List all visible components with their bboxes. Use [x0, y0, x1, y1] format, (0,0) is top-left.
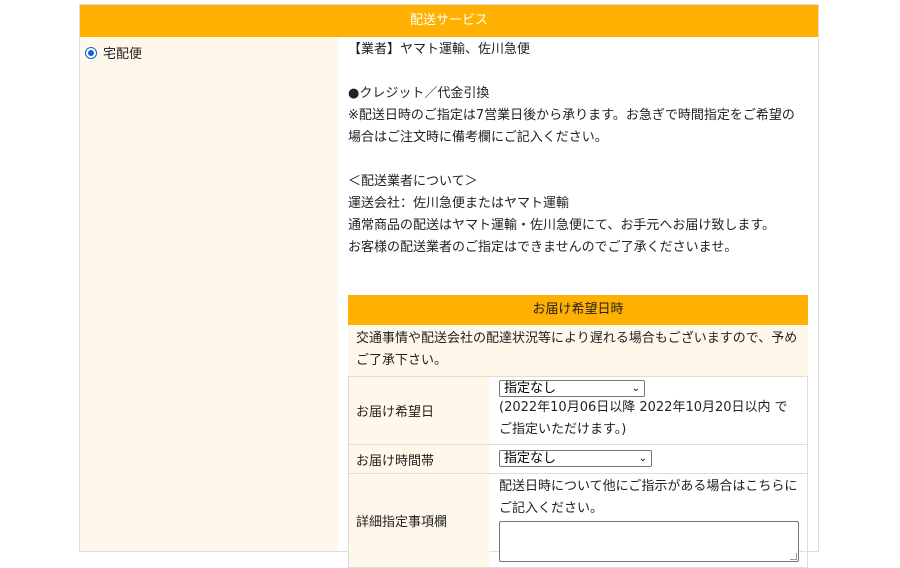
- delivery-date-row: お届け希望日 指定なし ⌄ (2022年10月06日以降 2022年10月20日…: [348, 376, 808, 445]
- radio-selected-icon[interactable]: [85, 46, 97, 59]
- delivery-form-table: お届け希望日 指定なし ⌄ (2022年10月06日以降 2022年10月20日…: [348, 376, 808, 568]
- delivery-body: 宅配便 【業者】ヤマト運輸、佐川急便 ●クレジット／代金引換 ※配送日時のご指定…: [80, 37, 818, 568]
- chevron-down-icon: ⌄: [638, 453, 647, 464]
- carrier-info: 【業者】ヤマト運輸、佐川急便 ●クレジット／代金引換 ※配送日時のご指定は7営業…: [348, 39, 795, 259]
- info-line: [348, 61, 795, 83]
- info-line: お客様の配送業者のご指定はできませんのでご了承くださいませ。: [348, 240, 738, 255]
- info-line: 通常商品の配送はヤマト運輸・佐川急便にて、お手元へお届け致します。: [348, 218, 776, 233]
- delivery-date-label: お届け希望日: [349, 377, 489, 444]
- info-line: 場合はご注文時に備考欄にご記入ください。: [348, 130, 608, 145]
- info-line: [348, 149, 795, 171]
- detail-note-line: 配送日時について他にご指示がある場合はこちらに: [499, 479, 798, 494]
- delivery-time-selected: 指定なし: [504, 451, 557, 466]
- delivery-time-label: お届け時間帯: [349, 445, 489, 473]
- resize-grip-icon[interactable]: [790, 553, 797, 560]
- info-line: 【業者】ヤマト運輸、佐川急便: [348, 42, 531, 57]
- delivery-time-value: 指定なし ⌄: [499, 445, 801, 467]
- delivery-option-takuhaibin[interactable]: 宅配便: [85, 43, 142, 62]
- delivery-date-selected: 指定なし: [504, 381, 557, 396]
- delivery-date-select[interactable]: 指定なし ⌄: [499, 380, 645, 397]
- chevron-down-icon: ⌄: [631, 383, 640, 394]
- notice-line: 交通事情や配送会社の配達状況等により遅れる場合もございますので、予め: [356, 331, 798, 346]
- delivery-datetime-title: お届け希望日時: [348, 295, 808, 325]
- delivery-time-select[interactable]: 指定なし ⌄: [499, 450, 652, 467]
- delivery-detail-value: 配送日時について他にご指示がある場合はこちらに ご記入ください。: [499, 474, 801, 568]
- date-note-line: (2022年10月06日以降 2022年10月20日以内 で: [499, 400, 788, 415]
- delivery-detail-label: 詳細指定事項欄: [349, 474, 489, 567]
- delivery-date-value: 指定なし ⌄ (2022年10月06日以降 2022年10月20日以内 で ご指…: [499, 377, 801, 441]
- option-label: 宅配便: [103, 47, 143, 62]
- detail-note-line: ご記入ください。: [499, 501, 604, 516]
- delivery-notice: 交通事情や配送会社の配達状況等により遅れる場合もございますので、予め ご了承下さ…: [348, 325, 808, 376]
- info-line: ※配送日時のご指定は7営業日後から承ります。お急ぎで時間指定をご希望の: [348, 108, 795, 123]
- info-line: ＜配送業者について＞: [348, 174, 478, 189]
- delivery-service-panel: 配送サービス 宅配便 【業者】ヤマト運輸、佐川急便 ●クレジット／代金引換 ※配…: [79, 4, 819, 568]
- section-title: 配送サービス: [80, 5, 818, 37]
- info-line: 運送会社：佐川急便またはヤマト運輸: [348, 196, 570, 211]
- info-line: ●クレジット／代金引換: [348, 86, 490, 101]
- date-note-line: ご指定いただけます。): [499, 422, 627, 437]
- option-column: 宅配便: [80, 37, 338, 551]
- delivery-time-row: お届け時間帯 指定なし ⌄: [348, 445, 808, 474]
- notice-line: ご了承下さい。: [356, 353, 448, 368]
- delivery-detail-row: 詳細指定事項欄 配送日時について他にご指示がある場合はこちらに ご記入ください。: [348, 474, 808, 568]
